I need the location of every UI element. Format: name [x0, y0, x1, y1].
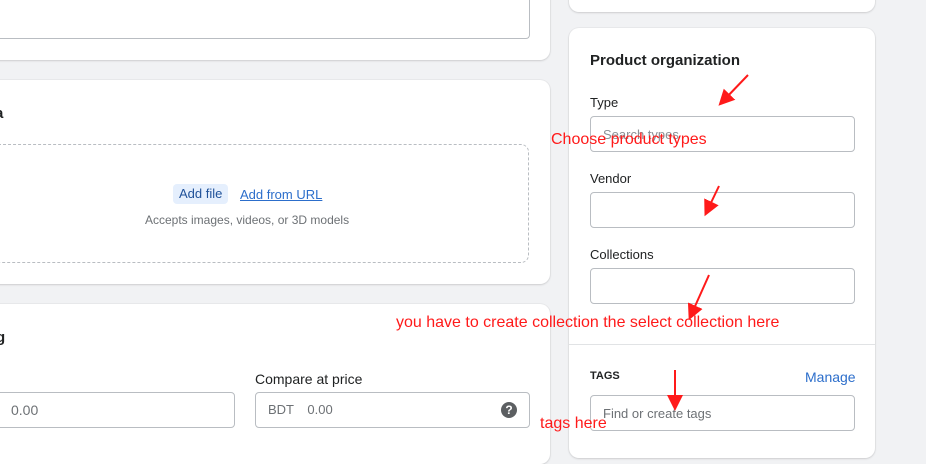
- annotation-collection-note: you have to create collection the select…: [396, 314, 780, 331]
- media-dropzone[interactable]: [0, 144, 529, 263]
- type-label: Type: [590, 95, 619, 110]
- product-organization-title: Product organization: [590, 52, 740, 69]
- tags-placeholder: Find or create tags: [603, 406, 712, 421]
- section-divider: [569, 344, 875, 345]
- annotation-types-note: Choose product types: [551, 131, 707, 148]
- status-card: [569, 0, 875, 12]
- accepts-text: Accepts images, videos, or 3D models: [145, 213, 350, 227]
- description-card: [0, 0, 550, 60]
- vendor-label: Vendor: [590, 171, 632, 186]
- compare-value: 0.00: [307, 402, 333, 417]
- media-card: a Add file Add from URL Accepts images, …: [0, 80, 550, 284]
- manage-tags-link[interactable]: Manage: [805, 369, 856, 385]
- vendor-input[interactable]: [590, 192, 855, 228]
- pricing-title: g: [0, 329, 6, 346]
- price-value: 0.00: [11, 402, 39, 418]
- description-editor[interactable]: [0, 0, 530, 39]
- add-from-url-link[interactable]: Add from URL: [240, 187, 322, 202]
- collections-label: Collections: [590, 247, 654, 262]
- add-file-button[interactable]: Add file: [173, 184, 229, 204]
- media-title: a: [0, 105, 3, 122]
- question-circle-icon[interactable]: ?: [501, 402, 517, 418]
- tags-label: TAGS: [590, 370, 620, 382]
- collections-input[interactable]: [590, 268, 855, 304]
- compare-at-price-label: Compare at price: [255, 371, 363, 387]
- tags-input[interactable]: Find or create tags: [590, 395, 855, 431]
- compare-at-price-input[interactable]: BDT 0.00 ?: [255, 392, 530, 428]
- annotation-tags-note: tags here: [540, 415, 607, 432]
- currency-prefix: BDT: [268, 402, 294, 417]
- price-input[interactable]: 0.00: [0, 392, 235, 428]
- product-organization-card: Product organization Type Search types V…: [569, 28, 875, 458]
